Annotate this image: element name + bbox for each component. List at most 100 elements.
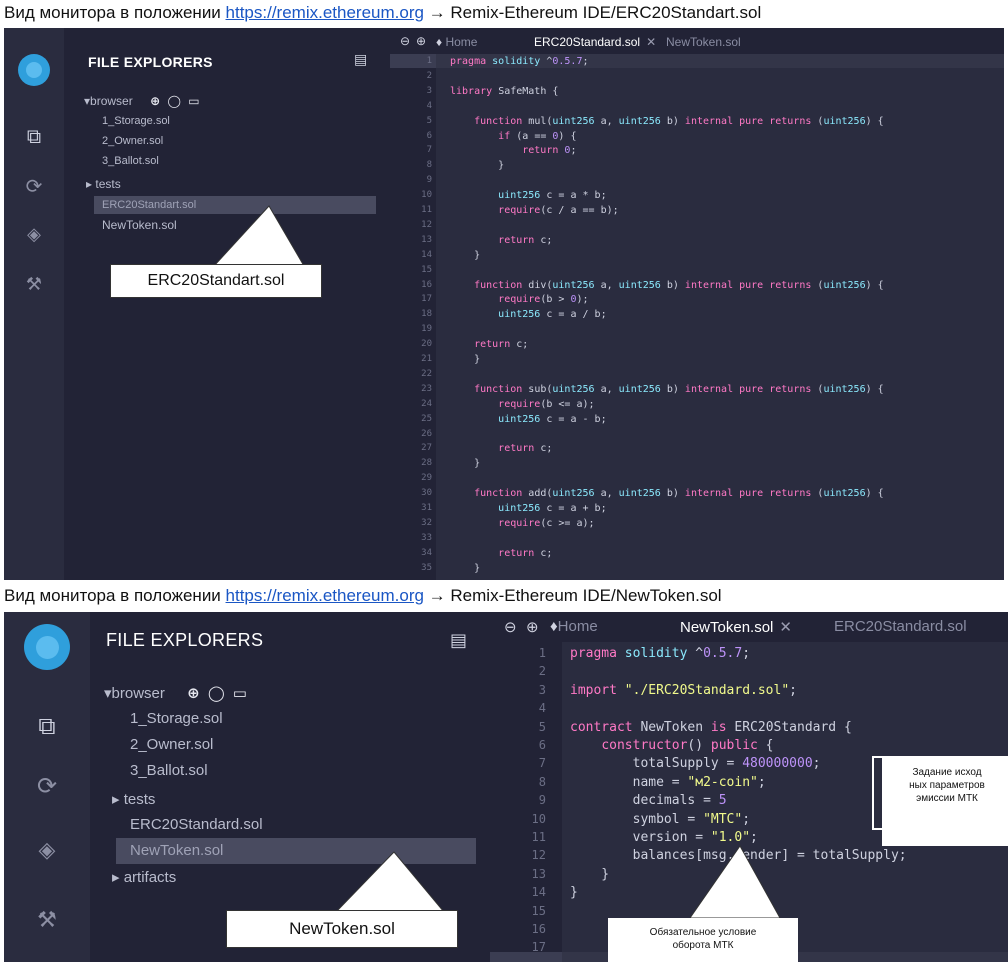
file-item[interactable]: 2_Owner.sol: [130, 736, 213, 753]
code-line[interactable]: constructor() public {: [570, 738, 773, 753]
code-line[interactable]: totalSupply = 480000000;: [570, 756, 821, 771]
code-line[interactable]: symbol = "МТС";: [570, 812, 750, 827]
remix-logo-icon[interactable]: [24, 624, 70, 670]
close-tab-icon[interactable]: ✕: [646, 35, 656, 49]
github-icon[interactable]: ◯: [167, 94, 180, 108]
caption-top-link[interactable]: https://remix.ethereum.org: [226, 3, 424, 22]
tab-newtoken[interactable]: NewToken.sol ✕: [680, 618, 792, 636]
code-line[interactable]: return c;: [450, 548, 552, 559]
browser-folder[interactable]: ▾browser ⊕ ◯ ▭: [84, 94, 200, 108]
github-icon[interactable]: ◯: [208, 684, 225, 702]
code-line[interactable]: }: [450, 354, 480, 365]
tab-erc20[interactable]: ERC20Standard.sol ✕: [534, 35, 656, 49]
editor-tabs: ⊖ ⊕ ♦ Home ERC20Standard.sol ✕ NewToken.s…: [390, 28, 1004, 54]
file-item-newtoken[interactable]: NewToken.sol: [102, 218, 177, 232]
code-line[interactable]: library SafeMath {: [450, 86, 558, 97]
code-line[interactable]: pragma solidity ^0.5.7;: [570, 646, 750, 661]
code-line[interactable]: return c;: [450, 235, 552, 246]
file-item[interactable]: 1_Storage.sol: [130, 710, 223, 727]
tests-folder[interactable]: ▸ tests: [112, 790, 155, 808]
caption-bottom: Вид монитора в положении https://remix.e…: [4, 586, 722, 606]
file-item-newtoken-label: NewToken.sol: [130, 842, 224, 859]
zoom-in-icon[interactable]: ⊕: [416, 34, 426, 48]
zoom-out-icon[interactable]: ⊖: [504, 618, 517, 636]
line-number: 33: [421, 532, 432, 543]
file-item[interactable]: 3_Ballot.sol: [102, 155, 159, 167]
code-line[interactable]: name = "м2-coin";: [570, 775, 766, 790]
file-explorer-icon[interactable]: ⧉: [30, 712, 64, 740]
caption-top-prefix: Вид монитора в положении: [4, 3, 226, 22]
line-gutter: [490, 642, 562, 962]
code-line[interactable]: require(c / a == b);: [450, 205, 618, 216]
code-line[interactable]: version = "1.0";: [570, 830, 758, 845]
code-line[interactable]: contract NewToken is ERC20Standard {: [570, 720, 852, 735]
tests-folder[interactable]: ▸ tests: [86, 177, 121, 191]
code-line[interactable]: }: [450, 458, 480, 469]
browser-folder[interactable]: ▾browser ⊕ ◯ ▭: [104, 684, 247, 702]
create-file-icon[interactable]: ⊕: [150, 94, 160, 108]
file-item[interactable]: 2_Owner.sol: [102, 135, 163, 147]
artifacts-folder-label: artifacts: [123, 869, 177, 886]
tab-newtoken[interactable]: NewToken.sol: [666, 35, 741, 49]
code-line[interactable]: uint256 c = a * b;: [450, 190, 606, 201]
compiler-icon[interactable]: ⟳: [30, 772, 64, 800]
code-line[interactable]: return c;: [450, 339, 528, 350]
line-number: 32: [421, 517, 432, 528]
code-line[interactable]: function add(uint256 a, uint256 b) inter…: [450, 488, 884, 499]
tab-home[interactable]: ♦ Home: [436, 35, 477, 49]
compiler-icon[interactable]: ⟳: [20, 174, 48, 198]
close-tab-icon[interactable]: ✕: [779, 619, 792, 636]
code-line[interactable]: function div(uint256 a, uint256 b) inter…: [450, 280, 884, 291]
code-editor: ⊖ ⊕ ♦Home NewToken.sol ✕ ERC20Standard.so…: [490, 612, 1008, 962]
tab-newtoken-label: NewToken.sol: [666, 35, 741, 49]
deploy-icon[interactable]: ◈: [30, 838, 64, 863]
deploy-icon[interactable]: ◈: [20, 224, 48, 245]
plugin-manager-icon[interactable]: ⚒: [20, 274, 48, 295]
caption-bottom-link[interactable]: https://remix.ethereum.org: [226, 586, 424, 605]
file-explorer-icon[interactable]: ⧉: [20, 124, 48, 148]
tab-erc20[interactable]: ERC20Standard.sol: [834, 618, 967, 635]
code-line[interactable]: if (a == 0) {: [450, 131, 576, 142]
create-file-icon[interactable]: ⊕: [187, 684, 200, 702]
code-line[interactable]: require(b <= a);: [450, 399, 594, 410]
open-folder-icon[interactable]: ▭: [188, 94, 199, 108]
caption-bottom-prefix: Вид монитора в положении: [4, 586, 226, 605]
tab-home[interactable]: ♦Home: [550, 618, 598, 635]
code-line[interactable]: uint256 c = a - b;: [450, 414, 606, 425]
artifacts-folder[interactable]: ▸ artifacts: [112, 868, 176, 886]
save-icon[interactable]: ▤: [354, 52, 367, 68]
code-line[interactable]: function mul(uint256 a, uint256 b) inter…: [450, 116, 884, 127]
code-line[interactable]: }: [570, 867, 609, 882]
code-line[interactable]: }: [450, 250, 480, 261]
line-number: 17: [531, 940, 546, 955]
code-line[interactable]: uint256 c = a / b;: [450, 309, 606, 320]
plugin-manager-icon[interactable]: ⚒: [30, 908, 64, 933]
zoom-out-icon[interactable]: ⊖: [400, 34, 410, 48]
code-line[interactable]: return 0;: [450, 145, 576, 156]
code-line[interactable]: return c;: [450, 443, 552, 454]
code-line[interactable]: require(b > 0);: [450, 294, 588, 305]
remix-logo-icon[interactable]: [18, 54, 50, 86]
caption-top: Вид монитора в положении https://remix.e…: [4, 3, 761, 23]
line-number: 10: [531, 811, 546, 826]
zoom-in-icon[interactable]: ⊕: [526, 618, 539, 636]
code-line[interactable]: }: [450, 160, 504, 171]
file-item[interactable]: 1_Storage.sol: [102, 115, 170, 127]
file-item-erc20[interactable]: ERC20Standard.sol: [130, 816, 263, 833]
code-line[interactable]: }: [450, 563, 480, 574]
icon-panel: ⧉ ⟳ ◈ ⚒: [4, 28, 64, 580]
open-folder-icon[interactable]: ▭: [233, 684, 247, 702]
code-line[interactable]: import "./ERC20Standard.sol";: [570, 683, 797, 698]
code-line[interactable]: require(c >= a);: [450, 518, 594, 529]
file-item[interactable]: 3_Ballot.sol: [130, 762, 208, 779]
code-line[interactable]: }: [570, 885, 578, 900]
tab-newtoken-label: NewToken.sol: [680, 619, 774, 636]
save-icon[interactable]: ▤: [450, 630, 467, 651]
code-line[interactable]: function sub(uint256 a, uint256 b) inter…: [450, 384, 884, 395]
annotation-condition-pointer: [690, 845, 781, 919]
code-line[interactable]: pragma solidity ^0.5.7;: [450, 56, 589, 67]
line-number: 7: [426, 145, 432, 156]
code-line[interactable]: decimals = 5: [570, 793, 727, 808]
line-number: 10: [421, 190, 432, 201]
code-line[interactable]: uint256 c = a + b;: [450, 503, 606, 514]
